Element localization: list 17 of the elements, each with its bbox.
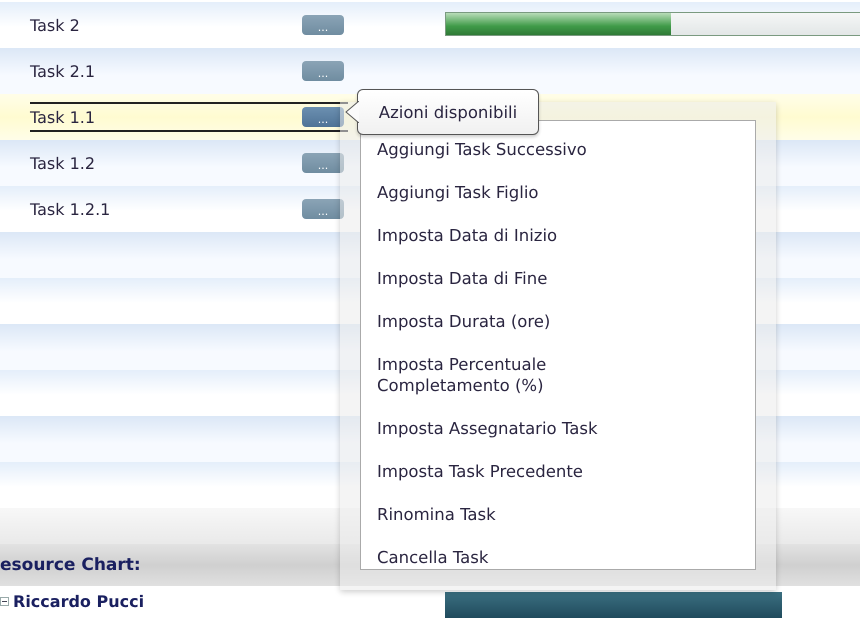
task-name[interactable]: Task 2.1: [30, 62, 96, 80]
tooltip-arrow: [345, 101, 359, 123]
task-name[interactable]: Task 1.2: [30, 154, 96, 172]
menu-item[interactable]: Imposta Task Precedente: [377, 451, 677, 494]
menu-item[interactable]: Aggiungi Task Figlio: [377, 172, 677, 215]
menu-item[interactable]: Imposta Assegnatario Task: [377, 408, 677, 451]
resource-name: Riccardo Pucci: [13, 592, 144, 610]
menu-item[interactable]: Rinomina Task: [377, 494, 677, 537]
menu-item[interactable]: Imposta Percentuale Completamento (%): [377, 344, 677, 408]
task-name[interactable]: Task 1.1: [30, 108, 96, 126]
menu-item[interactable]: Imposta Data di Inizio: [377, 215, 677, 258]
actions-button[interactable]: ...: [302, 107, 344, 127]
menu-item[interactable]: Imposta Durata (ore): [377, 301, 677, 344]
task-name[interactable]: Task 1.2.1: [30, 200, 110, 218]
menu-item[interactable]: Imposta Data di Fine: [377, 258, 677, 301]
collapse-icon[interactable]: [0, 596, 9, 606]
task-name[interactable]: Task 2: [30, 16, 80, 34]
